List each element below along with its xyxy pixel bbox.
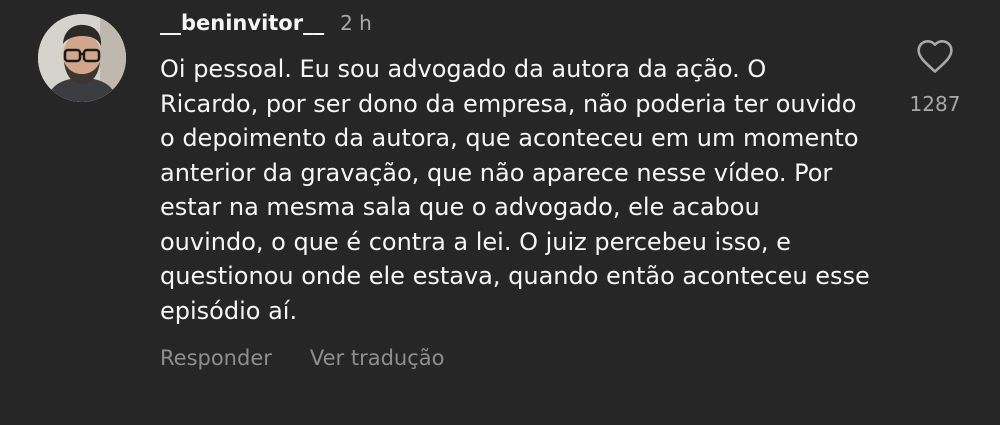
avatar[interactable] <box>38 14 126 102</box>
reply-button[interactable]: Responder <box>160 338 272 378</box>
comment-text: Oi pessoal. Eu sou advogado da autora da… <box>160 55 870 325</box>
like-section: 1287 <box>900 38 970 116</box>
username[interactable]: __beninvitor__ <box>160 6 324 40</box>
comment-actions: Responder Ver tradução <box>160 338 890 378</box>
comment-content: __beninvitor__ 2 h Oi pessoal. Eu sou ad… <box>160 6 890 378</box>
translate-button[interactable]: Ver tradução <box>310 338 445 378</box>
comment: __beninvitor__ 2 h Oi pessoal. Eu sou ad… <box>0 0 1000 425</box>
avatar-photo-icon <box>38 14 126 102</box>
comment-meta: __beninvitor__ 2 h <box>160 6 890 40</box>
like-count: 1287 <box>909 92 961 116</box>
heart-outline-icon[interactable] <box>915 38 955 74</box>
timestamp: 2 h <box>340 11 372 35</box>
